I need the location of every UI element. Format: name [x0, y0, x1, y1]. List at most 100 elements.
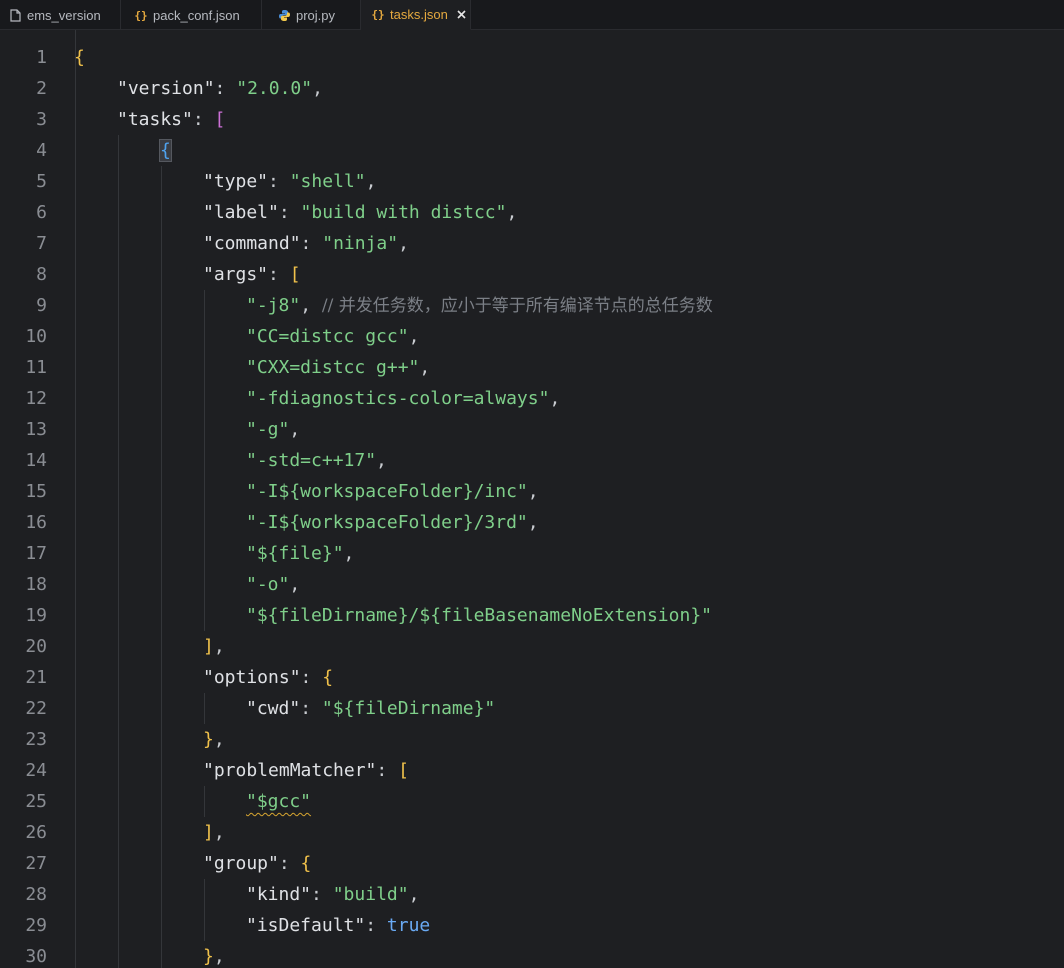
line-number: 6 [36, 202, 47, 223]
code-text: "${fileDirname}/${fileBasenameNoExtensio… [246, 605, 712, 626]
code-text: "-o", [246, 574, 301, 595]
code-text: "command": "ninja", [203, 233, 409, 254]
code-text: { [74, 47, 85, 68]
tab-label: ems_version [27, 7, 101, 23]
code-line: 4 { [0, 135, 1064, 166]
code-text: "-g", [246, 419, 301, 440]
code-line: 1 { [0, 42, 1064, 73]
code-text: }, [203, 729, 225, 750]
code-line: 30 }, [0, 941, 1064, 968]
line-number: 20 [25, 636, 47, 657]
line-number: 21 [25, 667, 47, 688]
line-number: 15 [25, 481, 47, 502]
line-number: 16 [25, 512, 47, 533]
code-text: "-I${workspaceFolder}/3rd", [246, 512, 539, 533]
code-text: "args": [ [203, 264, 301, 285]
code-line: 22 "cwd": "${fileDirname}" [0, 693, 1064, 724]
line-number: 25 [25, 791, 47, 812]
editor-tab-bar: ems_version {} pack_conf.json proj.py {}… [0, 0, 1064, 30]
tab-pack-conf-json[interactable]: {} pack_conf.json [121, 0, 262, 30]
line-number: 28 [25, 884, 47, 905]
code-text: }, [203, 946, 225, 967]
python-icon [277, 8, 291, 22]
code-comment: // 并发任务数，应小于等于所有编译节点的总任务数 [321, 296, 713, 316]
code-text: "problemMatcher": [ [203, 760, 409, 781]
code-line: 3 "tasks": [ [0, 104, 1064, 135]
warning-squiggle: "$gcc" [246, 791, 312, 812]
code-line: 16 "-I${workspaceFolder}/3rd", [0, 507, 1064, 538]
code-line: 12 "-fdiagnostics-color=always", [0, 383, 1064, 414]
line-number: 3 [36, 109, 47, 130]
code-line: 29 "isDefault": true [0, 910, 1064, 941]
code-text: "-I${workspaceFolder}/inc", [246, 481, 539, 502]
tab-label: tasks.json [390, 7, 448, 22]
code-line: 2 "version": "2.0.0", [0, 73, 1064, 104]
close-icon[interactable] [456, 9, 468, 21]
code-text: ], [203, 636, 225, 657]
code-editor-window: ems_version {} pack_conf.json proj.py {}… [0, 0, 1064, 968]
code-line: 11 "CXX=distcc g++", [0, 352, 1064, 383]
code-text: "tasks": [ [117, 109, 226, 130]
line-number: 18 [25, 574, 47, 595]
code-text: "type": "shell", [203, 171, 377, 192]
code-line: 26 ], [0, 817, 1064, 848]
json-braces-icon: {} [371, 8, 385, 21]
code-text: "isDefault": true [246, 915, 431, 936]
code-text: "group": { [203, 853, 312, 874]
code-line: 7 "command": "ninja", [0, 228, 1064, 259]
json-braces-icon: {} [134, 8, 148, 22]
code-text: "kind": "build", [246, 884, 420, 905]
code-line: 17 "${file}", [0, 538, 1064, 569]
code-line: 6 "label": "build with distcc", [0, 197, 1064, 228]
code-editor[interactable]: 1 { 2 "version": "2.0.0", 3 "tasks": [ 4… [0, 30, 1064, 968]
line-number: 7 [36, 233, 47, 254]
tab-ems-version[interactable]: ems_version [0, 0, 121, 30]
code-text: "options": { [203, 667, 334, 688]
file-icon [8, 8, 22, 22]
code-text: "CXX=distcc g++", [246, 357, 431, 378]
code-line: 8 "args": [ [0, 259, 1064, 290]
code-text: "version": "2.0.0", [117, 78, 323, 99]
line-number: 22 [25, 698, 47, 719]
line-number: 19 [25, 605, 47, 626]
code-text: "-std=c++17", [246, 450, 387, 471]
code-line: 15 "-I${workspaceFolder}/inc", [0, 476, 1064, 507]
code-text: "-j8", // 并发任务数，应小于等于所有编译节点的总任务数 [246, 295, 713, 316]
line-number: 12 [25, 388, 47, 409]
code-line: 9 "-j8", // 并发任务数，应小于等于所有编译节点的总任务数 [0, 290, 1064, 321]
line-number: 14 [25, 450, 47, 471]
code-line: 20 ], [0, 631, 1064, 662]
line-number: 8 [36, 264, 47, 285]
code-text: "$gcc" [246, 786, 311, 817]
code-line: 13 "-g", [0, 414, 1064, 445]
line-number: 1 [36, 47, 47, 68]
tab-proj-py[interactable]: proj.py [262, 0, 361, 30]
line-number: 24 [25, 760, 47, 781]
line-number: 30 [25, 946, 47, 967]
code-line: 28 "kind": "build", [0, 879, 1064, 910]
code-line: 23 }, [0, 724, 1064, 755]
code-line: 25 "$gcc" [0, 786, 1064, 817]
line-number: 29 [25, 915, 47, 936]
code-line: 10 "CC=distcc gcc", [0, 321, 1064, 352]
code-line: 19 "${fileDirname}/${fileBasenameNoExten… [0, 600, 1064, 631]
code-text: "label": "build with distcc", [203, 202, 518, 223]
code-line: 24 "problemMatcher": [ [0, 755, 1064, 786]
tab-tasks-json[interactable]: {} tasks.json [361, 0, 471, 30]
code-text: "CC=distcc gcc", [246, 326, 420, 347]
line-number: 5 [36, 171, 47, 192]
line-number: 13 [25, 419, 47, 440]
tab-label: proj.py [296, 7, 336, 23]
line-number: 17 [25, 543, 47, 564]
matched-bracket: { [159, 139, 172, 162]
code-line: 18 "-o", [0, 569, 1064, 600]
line-number: 26 [25, 822, 47, 843]
code-line: 5 "type": "shell", [0, 166, 1064, 197]
line-number: 23 [25, 729, 47, 750]
line-number: 4 [36, 140, 47, 161]
line-number: 10 [25, 326, 47, 347]
line-number: 27 [25, 853, 47, 874]
line-number: 9 [36, 295, 47, 316]
code-text: { [159, 135, 172, 166]
code-line: 21 "options": { [0, 662, 1064, 693]
